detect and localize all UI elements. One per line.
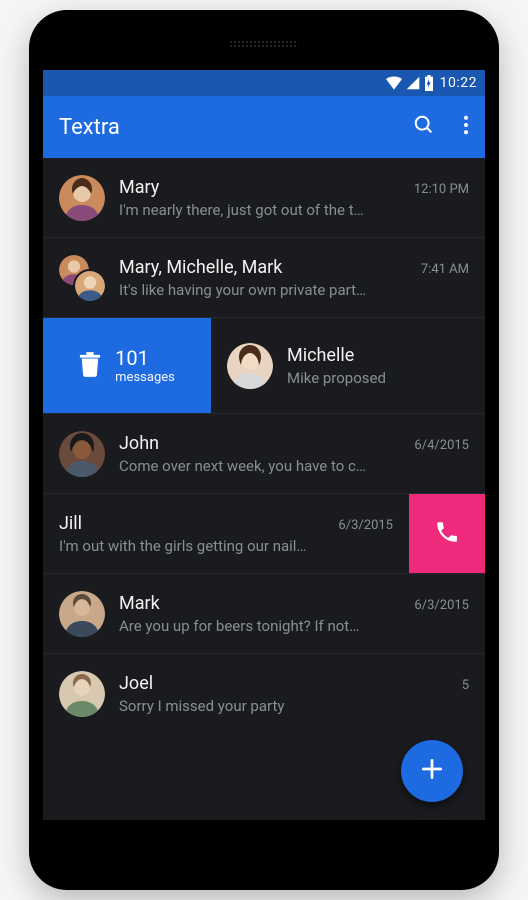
more-menu-icon[interactable]	[463, 115, 469, 139]
conversation-row[interactable]: Joel 5 Sorry I missed your party	[43, 654, 485, 734]
conversation-name: Joel	[119, 673, 454, 694]
conversation-preview: Sorry I missed your party	[119, 697, 469, 715]
conversation-time: 12:10 PM	[414, 182, 469, 197]
phone-speaker	[229, 40, 299, 48]
conversation-preview: Are you up for beers tonight? If not…	[119, 617, 469, 635]
conversation-name: Mark	[119, 593, 406, 614]
conversation-time: 6/3/2015	[338, 518, 393, 533]
avatar-group	[59, 255, 105, 301]
delete-count: 101	[115, 346, 175, 370]
screen: 10:22 Textra M	[43, 70, 485, 820]
conversation-preview: Come over next week, you have to c…	[119, 457, 469, 475]
delete-action[interactable]: 101 messages	[43, 318, 211, 413]
app-title: Textra	[59, 115, 413, 140]
phone-frame: 10:22 Textra M	[29, 10, 499, 890]
avatar	[227, 343, 273, 389]
search-icon[interactable]	[413, 114, 435, 140]
compose-fab[interactable]	[401, 740, 463, 802]
avatar	[59, 431, 105, 477]
conversation-name: John	[119, 433, 406, 454]
phone-icon	[434, 519, 460, 549]
conversation-time: 7:41 AM	[421, 262, 469, 277]
avatar	[59, 671, 105, 717]
conversation-preview: I'm nearly there, just got out of the t…	[119, 201, 469, 219]
call-action[interactable]	[409, 494, 485, 573]
conversation-row[interactable]: Mark 6/3/2015 Are you up for beers tonig…	[43, 574, 485, 654]
conversation-preview: It's like having your own private part…	[119, 281, 469, 299]
avatar	[59, 591, 105, 637]
conversation-time: 5	[462, 678, 469, 693]
trash-icon	[79, 351, 101, 381]
delete-label: messages	[115, 370, 175, 386]
conversation-row[interactable]: John 6/4/2015 Come over next week, you h…	[43, 414, 485, 494]
status-clock: 10:22	[440, 75, 477, 91]
conversation-row-swiped-call[interactable]: Jill 6/3/2015 I'm out with the girls get…	[43, 494, 485, 574]
conversation-name: Jill	[59, 513, 330, 534]
avatar	[59, 175, 105, 221]
conversation-name: Mary, Michelle, Mark	[119, 257, 413, 278]
conversation-row-swiped-delete[interactable]: 101 messages Michelle Mike proposed	[43, 318, 485, 414]
status-bar: 10:22	[43, 70, 485, 96]
conversation-row[interactable]: Mary 12:10 PM I'm nearly there, just got…	[43, 158, 485, 238]
wifi-icon	[386, 76, 402, 90]
conversation-name: Mary	[119, 177, 406, 198]
conversation-time: 6/3/2015	[414, 598, 469, 613]
conversation-name: Michelle	[287, 345, 469, 366]
conversation-time: 6/4/2015	[414, 438, 469, 453]
conversation-preview: I'm out with the girls getting our nail…	[59, 537, 393, 555]
cell-signal-icon	[406, 76, 420, 90]
conversation-preview: Mike proposed	[287, 369, 469, 387]
plus-icon	[419, 756, 445, 786]
conversation-row[interactable]: Mary, Michelle, Mark 7:41 AM It's like h…	[43, 238, 485, 318]
conversation-list: Mary 12:10 PM I'm nearly there, just got…	[43, 158, 485, 820]
battery-icon	[424, 75, 434, 91]
app-bar: Textra	[43, 96, 485, 158]
